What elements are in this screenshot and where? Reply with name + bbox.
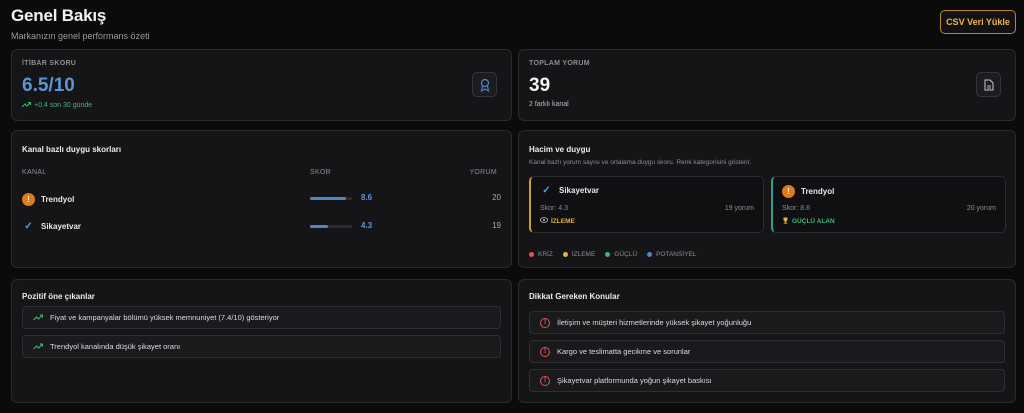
legend-item: İZLEME bbox=[562, 251, 595, 258]
reputation-label: İTİBAR SKORU bbox=[22, 60, 77, 67]
reputation-trend: +0.4 son 30 günde bbox=[21, 101, 93, 110]
award-icon bbox=[472, 72, 497, 97]
channel-scores-title: Kanal bazlı duygu skorları bbox=[22, 145, 122, 154]
highlight-text: Trendyol kanalında düşük şikayet oranı bbox=[50, 342, 181, 351]
volume-description: Kanal bazlı yorum sayısı ve ortalama duy… bbox=[529, 159, 752, 166]
csv-upload-button[interactable]: CSV Veri Yükle bbox=[940, 10, 1016, 34]
positive-highlights-title: Pozitif öne çıkanlar bbox=[22, 292, 95, 301]
reviews-value: 39 bbox=[529, 75, 551, 96]
list-item[interactable]: ! İletişim ve müşteri hizmetlerinde yüks… bbox=[529, 311, 1005, 334]
eye-icon bbox=[540, 217, 548, 225]
attention-topics-title: Dikkat Gereken Konular bbox=[529, 292, 620, 301]
list-item[interactable]: Trendyol kanalında düşük şikayet oranı bbox=[22, 335, 501, 358]
column-header-reviews: YORUM bbox=[469, 169, 497, 176]
warning-icon: ! bbox=[22, 193, 35, 206]
attention-text: Kargo ve teslimatta gecikme ve sorunlar bbox=[557, 347, 691, 356]
legend-item: GÜÇLÜ bbox=[605, 251, 637, 258]
channel-card-count: 20 yorum bbox=[966, 205, 996, 212]
status-badge: GÜÇLÜ ALAN bbox=[782, 217, 835, 226]
channel-card-trendyol[interactable]: ! Trendyol Skor: 8.6 20 yorum GÜÇLÜ ALAN bbox=[771, 176, 1006, 233]
channel-card-score: Skor: 4.3 bbox=[540, 205, 569, 212]
category-legend: KRİZ İZLEME GÜÇLÜ POTANSİYEL bbox=[529, 251, 696, 258]
trend-up-icon bbox=[21, 101, 31, 110]
legend-item: POTANSİYEL bbox=[647, 251, 696, 258]
page-subtitle: Markanızın genel performans özeti bbox=[11, 31, 150, 41]
reputation-note: +0.4 son 30 günde bbox=[34, 102, 93, 109]
channel-card-sikayetvar[interactable]: ✓ Sikayetvar Skor: 4.3 19 yorum İZLEME bbox=[529, 176, 764, 233]
page-title: Genel Bakış bbox=[11, 6, 107, 25]
channel-score: 4.3 bbox=[361, 221, 373, 230]
reviews-note: 2 farklı kanal bbox=[529, 101, 569, 108]
trophy-icon bbox=[782, 217, 789, 226]
positive-highlights-card: Pozitif öne çıkanlar Fiyat ve kampanyala… bbox=[11, 279, 512, 403]
reviews-label: TOPLAM YORUM bbox=[529, 60, 590, 67]
volume-sentiment-card: Hacim ve duygu Kanal bazlı yorum sayısı … bbox=[518, 130, 1016, 268]
channel-card-name: Sikayetvar bbox=[559, 186, 600, 195]
page-header: Genel Bakış Markanızın genel performans … bbox=[11, 6, 1016, 41]
channel-card-name: Trendyol bbox=[801, 187, 835, 196]
reputation-value: 6.5/10 bbox=[22, 75, 75, 96]
table-row[interactable]: ! Trendyol 8.6 20 bbox=[22, 185, 501, 213]
attention-text: İletişim ve müşteri hizmetlerinde yüksek… bbox=[557, 318, 752, 327]
column-header-score: SKOR bbox=[310, 169, 332, 176]
legend-item: KRİZ bbox=[529, 251, 553, 258]
alert-icon: ! bbox=[540, 346, 550, 357]
check-icon: ✓ bbox=[542, 185, 551, 196]
column-header-channel: KANAL bbox=[22, 169, 47, 176]
score-bar bbox=[310, 225, 352, 228]
list-item[interactable]: ! Şikayetvar platformunda yoğun şikayet … bbox=[529, 369, 1005, 392]
channel-score: 8.6 bbox=[361, 193, 373, 202]
channel-name: Sikayetvar bbox=[41, 222, 82, 231]
volume-title: Hacim ve duygu bbox=[529, 145, 591, 154]
score-bar bbox=[310, 197, 352, 200]
channel-name: Trendyol bbox=[41, 195, 75, 204]
check-icon: ✓ bbox=[24, 221, 33, 232]
attention-topics-card: Dikkat Gereken Konular ! İletişim ve müş… bbox=[518, 279, 1016, 403]
alert-icon: ! bbox=[540, 375, 550, 386]
total-reviews-card: TOPLAM YORUM 39 2 farklı kanal bbox=[518, 49, 1016, 121]
warning-icon: ! bbox=[782, 185, 795, 198]
status-badge: İZLEME bbox=[540, 217, 575, 225]
trend-up-icon bbox=[33, 313, 44, 323]
table-row[interactable]: ✓ Sikayetvar 4.3 19 bbox=[22, 213, 501, 241]
channel-card-count: 19 yorum bbox=[724, 205, 754, 212]
trend-up-icon bbox=[33, 342, 44, 352]
channel-card-score: Skor: 8.6 bbox=[782, 205, 811, 212]
channel-scores-card: Kanal bazlı duygu skorları KANAL SKOR YO… bbox=[11, 130, 512, 268]
channel-review-count: 20 bbox=[492, 193, 501, 202]
document-icon bbox=[976, 72, 1001, 97]
list-item[interactable]: Fiyat ve kampanyalar bölümü yüksek memnu… bbox=[22, 306, 501, 329]
channel-review-count: 19 bbox=[492, 221, 501, 230]
highlight-text: Fiyat ve kampanyalar bölümü yüksek memnu… bbox=[50, 313, 280, 322]
attention-text: Şikayetvar platformunda yoğun şikayet ba… bbox=[557, 376, 712, 385]
alert-icon: ! bbox=[540, 317, 550, 328]
reputation-score-card: İTİBAR SKORU 6.5/10 +0.4 son 30 günde bbox=[11, 49, 512, 121]
list-item[interactable]: ! Kargo ve teslimatta gecikme ve sorunla… bbox=[529, 340, 1005, 363]
